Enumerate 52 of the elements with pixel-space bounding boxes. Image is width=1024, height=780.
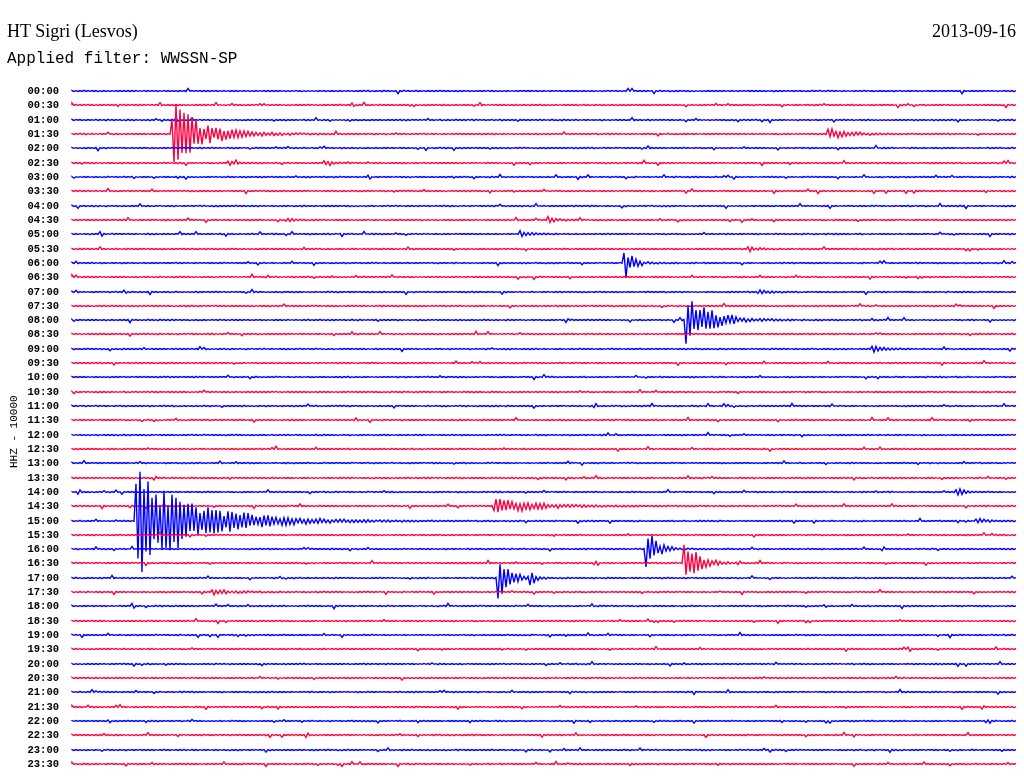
time-label: 17:30 bbox=[26, 586, 60, 599]
time-label: 21:30 bbox=[26, 700, 60, 713]
time-label: 09:00 bbox=[26, 342, 60, 355]
time-label: 06:00 bbox=[26, 256, 60, 269]
time-label: 02:30 bbox=[26, 156, 60, 169]
time-label: 11:00 bbox=[26, 400, 60, 413]
time-label: 10:30 bbox=[26, 385, 60, 398]
time-label: 13:30 bbox=[26, 471, 60, 484]
time-label: 00:00 bbox=[26, 85, 60, 98]
time-label: 05:00 bbox=[26, 228, 60, 241]
time-label: 20:00 bbox=[26, 657, 60, 670]
time-label: 23:00 bbox=[26, 743, 60, 756]
time-label: 12:00 bbox=[26, 428, 60, 441]
time-label: 22:30 bbox=[26, 729, 60, 742]
time-label: 02:00 bbox=[26, 142, 60, 155]
time-label: 01:30 bbox=[26, 128, 60, 141]
time-label: 18:30 bbox=[26, 614, 60, 627]
time-label: 19:30 bbox=[26, 643, 60, 656]
filter-label: Applied filter: WWSSN-SP bbox=[6, 49, 239, 70]
time-label: 07:30 bbox=[26, 299, 60, 312]
time-label: 06:30 bbox=[26, 271, 60, 284]
time-label: 04:00 bbox=[26, 199, 60, 212]
time-label: 15:00 bbox=[26, 514, 60, 527]
time-label: 03:00 bbox=[26, 171, 60, 184]
time-label: 16:30 bbox=[26, 557, 60, 570]
time-label: 20:30 bbox=[26, 671, 60, 684]
time-label: 08:30 bbox=[26, 328, 60, 341]
time-label: 22:00 bbox=[26, 714, 60, 727]
time-label: 07:00 bbox=[26, 285, 60, 298]
station-title: HT Sigri (Lesvos) bbox=[7, 21, 138, 42]
time-label: 09:30 bbox=[26, 357, 60, 370]
time-label: 08:00 bbox=[26, 314, 60, 327]
time-label: 18:00 bbox=[26, 600, 60, 613]
time-label: 16:00 bbox=[26, 543, 60, 556]
time-label: 01:00 bbox=[26, 113, 60, 126]
time-label: 03:30 bbox=[26, 185, 60, 198]
time-label: 12:30 bbox=[26, 442, 60, 455]
time-label: 00:30 bbox=[26, 99, 60, 112]
time-label: 13:00 bbox=[26, 457, 60, 470]
time-label: 10:00 bbox=[26, 371, 60, 384]
time-label: 14:00 bbox=[26, 485, 60, 498]
time-label: 23:30 bbox=[26, 757, 60, 770]
time-label: 14:30 bbox=[26, 500, 60, 513]
time-label: 19:00 bbox=[26, 629, 60, 642]
channel-label: HHZ - 10000 bbox=[8, 395, 20, 468]
time-label: 21:00 bbox=[26, 686, 60, 699]
time-label: 17:00 bbox=[26, 571, 60, 584]
time-label: 11:30 bbox=[26, 414, 60, 427]
time-label: 15:30 bbox=[26, 528, 60, 541]
time-label: 04:30 bbox=[26, 213, 60, 226]
time-label: 05:30 bbox=[26, 242, 60, 255]
date-label: 2013-09-16 bbox=[932, 21, 1016, 42]
